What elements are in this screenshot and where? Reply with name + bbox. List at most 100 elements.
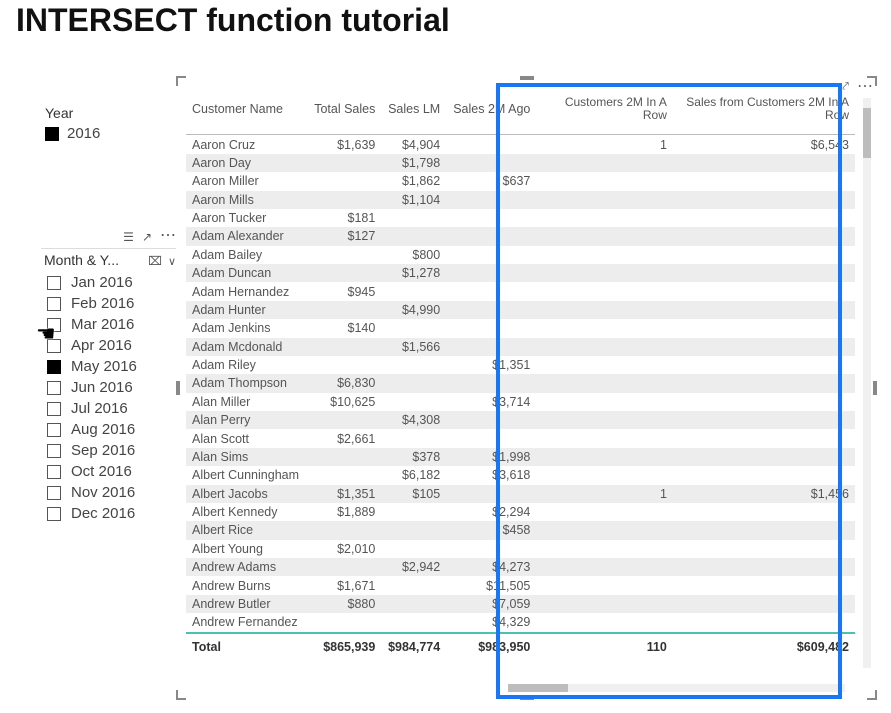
- table-row[interactable]: Alan Perry$4,308: [186, 411, 855, 429]
- chevron-down-icon[interactable]: [168, 253, 176, 268]
- table-row[interactable]: Adam Jenkins$140: [186, 319, 855, 337]
- month-slicer-item[interactable]: Oct 2016: [47, 461, 176, 482]
- col-total-sales[interactable]: Total Sales: [307, 86, 381, 135]
- table-row[interactable]: Albert Jacobs$1,351$1051$1,456: [186, 485, 855, 503]
- resize-handle[interactable]: [176, 690, 178, 700]
- month-slicer-item[interactable]: May 2016: [47, 356, 176, 377]
- month-slicer-item[interactable]: Feb 2016: [47, 293, 176, 314]
- checkbox-icon[interactable]: [47, 465, 61, 479]
- checkbox-icon[interactable]: [47, 507, 61, 521]
- cell-customers-2m-row: [536, 429, 673, 447]
- checkbox-icon[interactable]: [47, 339, 61, 353]
- resize-handle[interactable]: [875, 690, 877, 700]
- checkbox-icon[interactable]: [47, 318, 61, 332]
- table-row[interactable]: Andrew Butler$880$7,059: [186, 595, 855, 613]
- col-sales-2m-ago[interactable]: Sales 2M Ago: [446, 86, 536, 135]
- cell-sales-lm: $1,798: [381, 154, 446, 172]
- table-row[interactable]: Aaron Day$1,798: [186, 154, 855, 172]
- cell-sales-customers-2m-row: [673, 282, 855, 300]
- cell-sales-2m-ago: [446, 485, 536, 503]
- cell-sales-2m-ago: $7,059: [446, 595, 536, 613]
- month-slicer-item[interactable]: Mar 2016: [47, 314, 176, 335]
- month-slicer-item[interactable]: Aug 2016: [47, 419, 176, 440]
- table-row[interactable]: Adam Hernandez$945: [186, 282, 855, 300]
- month-slicer-item[interactable]: Nov 2016: [47, 482, 176, 503]
- table-row[interactable]: Aaron Cruz$1,639$4,9041$6,543: [186, 135, 855, 154]
- month-slicer-item[interactable]: Jan 2016: [47, 272, 176, 293]
- checkbox-icon[interactable]: [45, 127, 59, 141]
- col-customer-name[interactable]: Customer Name: [186, 86, 307, 135]
- more-options-icon[interactable]: [857, 76, 873, 96]
- table-row[interactable]: Adam Alexander$127: [186, 227, 855, 245]
- col-sales-customers-2m-row[interactable]: Sales from Customers 2M In A Row: [673, 86, 855, 135]
- cell-sales-2m-ago: $1,351: [446, 356, 536, 374]
- table-row[interactable]: Alan Sims$378$1,998: [186, 448, 855, 466]
- resize-handle[interactable]: [875, 76, 877, 86]
- checkbox-icon[interactable]: [47, 486, 61, 500]
- table-row[interactable]: Andrew Burns$1,671$11,505: [186, 576, 855, 594]
- resize-handle[interactable]: [520, 696, 534, 700]
- table-row[interactable]: Adam Hunter$4,990: [186, 301, 855, 319]
- clear-filter-icon[interactable]: [148, 253, 162, 268]
- table-row[interactable]: Adam Bailey$800: [186, 246, 855, 264]
- slicer-mode-icon[interactable]: [123, 229, 134, 243]
- month-slicer: Month & Y... Jan 2016Feb 2016Mar 2016Apr…: [40, 225, 177, 525]
- cell-customer-name: Adam Hernandez: [186, 282, 307, 300]
- resize-handle[interactable]: [520, 76, 534, 80]
- scrollbar-thumb[interactable]: [508, 684, 568, 692]
- table-row[interactable]: Andrew Fernandez$4,329: [186, 613, 855, 632]
- month-slicer-item[interactable]: Apr 2016: [47, 335, 176, 356]
- cell-sales-customers-2m-row: [673, 503, 855, 521]
- resize-handle[interactable]: [176, 381, 180, 395]
- table-row[interactable]: Albert Rice$458: [186, 521, 855, 539]
- cell-sales-customers-2m-row: [673, 374, 855, 392]
- table-row[interactable]: Adam Duncan$1,278: [186, 264, 855, 282]
- table-row[interactable]: Alan Miller$10,625$3,714: [186, 393, 855, 411]
- checkbox-icon[interactable]: [47, 444, 61, 458]
- table-row[interactable]: Andrew Adams$2,942$4,273: [186, 558, 855, 576]
- table-row[interactable]: Aaron Tucker$181: [186, 209, 855, 227]
- cell-customers-2m-row: [536, 595, 673, 613]
- more-options-icon[interactable]: [160, 228, 176, 244]
- table-row[interactable]: Aaron Mills$1,104: [186, 191, 855, 209]
- month-slicer-item-label: Dec 2016: [71, 505, 135, 522]
- cell-total-sales: [307, 246, 381, 264]
- table-row[interactable]: Aaron Miller$1,862$637: [186, 172, 855, 190]
- table-row[interactable]: Adam Thompson$6,830: [186, 374, 855, 392]
- month-slicer-item[interactable]: Sep 2016: [47, 440, 176, 461]
- cell-total-sales: $1,889: [307, 503, 381, 521]
- cell-sales-2m-ago: [446, 374, 536, 392]
- resize-handle[interactable]: [176, 76, 178, 86]
- scrollbar-thumb[interactable]: [863, 108, 871, 158]
- checkbox-icon[interactable]: [47, 381, 61, 395]
- col-customers-2m-row[interactable]: Customers 2M In A Row: [536, 86, 673, 135]
- cell-customers-2m-row: [536, 191, 673, 209]
- table-row[interactable]: Alan Scott$2,661: [186, 429, 855, 447]
- focus-mode-icon[interactable]: [842, 78, 849, 94]
- month-slicer-item[interactable]: Jun 2016: [47, 377, 176, 398]
- checkbox-icon[interactable]: [47, 402, 61, 416]
- cell-sales-customers-2m-row: [673, 338, 855, 356]
- vertical-scrollbar[interactable]: [863, 98, 871, 668]
- table-row[interactable]: Adam Riley$1,351: [186, 356, 855, 374]
- checkbox-icon[interactable]: [47, 423, 61, 437]
- table-row[interactable]: Albert Cunningham$6,182$3,618: [186, 466, 855, 484]
- horizontal-scrollbar[interactable]: [508, 684, 845, 692]
- cell-customers-2m-row: [536, 540, 673, 558]
- footer-label: Total: [186, 633, 307, 660]
- slicer-header[interactable]: Month & Y...: [41, 248, 176, 272]
- year-slicer-item[interactable]: 2016: [45, 125, 165, 142]
- table-row[interactable]: Albert Kennedy$1,889$2,294: [186, 503, 855, 521]
- resize-handle[interactable]: [873, 381, 877, 395]
- checkbox-icon[interactable]: [47, 360, 61, 374]
- cell-sales-customers-2m-row: [673, 448, 855, 466]
- table-row[interactable]: Adam Mcdonald$1,566: [186, 338, 855, 356]
- month-slicer-item[interactable]: Dec 2016: [47, 503, 176, 524]
- checkbox-icon[interactable]: [47, 276, 61, 290]
- checkbox-icon[interactable]: [47, 297, 61, 311]
- table-row[interactable]: Albert Young$2,010: [186, 540, 855, 558]
- cell-sales-lm: [381, 356, 446, 374]
- focus-mode-icon[interactable]: [142, 229, 152, 243]
- month-slicer-item[interactable]: Jul 2016: [47, 398, 176, 419]
- col-sales-lm[interactable]: Sales LM: [381, 86, 446, 135]
